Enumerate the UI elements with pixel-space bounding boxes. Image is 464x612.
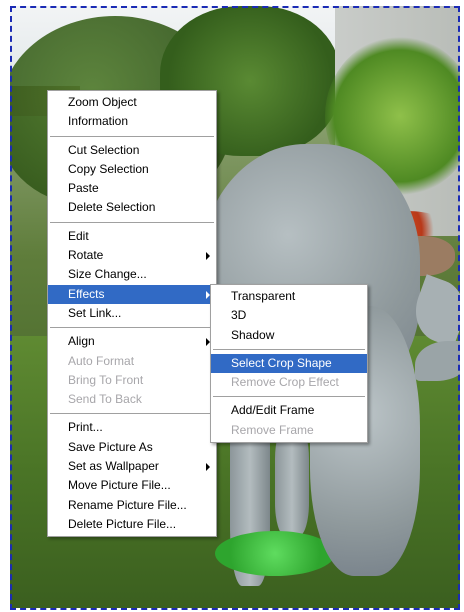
menu-separator [50, 327, 214, 329]
menu-item-label: Effects [68, 286, 105, 301]
menu-item-size-change[interactable]: Size Change... [48, 265, 216, 284]
menu-item-paste[interactable]: Paste [48, 179, 216, 198]
menu-item-3d[interactable]: 3D [211, 306, 367, 325]
menu-item-remove-crop-effect: Remove Crop Effect [231, 375, 339, 390]
menu-item-remove-frame: Remove Frame [231, 422, 314, 437]
submenu-arrow-icon [206, 252, 210, 261]
submenu-arrow-icon [206, 463, 210, 472]
menu-item-rename-picture-file[interactable]: Rename Picture File... [48, 496, 216, 515]
menu-item-rotate[interactable]: Rotate [48, 246, 216, 265]
menu-item-transparent[interactable]: Transparent [211, 287, 367, 306]
context-menu: Zoom Object Information Cut Selection Co… [47, 90, 217, 538]
menu-item-align[interactable]: Align [48, 332, 216, 351]
menu-item-delete-picture-file[interactable]: Delete Picture File... [48, 515, 216, 534]
menu-item-label: Align [68, 334, 95, 349]
statue-green-base [215, 531, 335, 576]
menu-item-cut-selection[interactable]: Cut Selection [48, 141, 216, 160]
menu-item-copy-selection[interactable]: Copy Selection [48, 160, 216, 179]
menu-item-select-crop-shape[interactable]: Select Crop Shape [211, 353, 367, 374]
menu-separator [50, 135, 214, 137]
menu-item-add-edit-frame[interactable]: Add/Edit Frame [211, 401, 367, 420]
menu-item-move-picture-file[interactable]: Move Picture File... [48, 476, 216, 495]
menu-item-label: Set as Wallpaper [68, 459, 159, 474]
menu-separator [50, 221, 214, 223]
menu-item-save-picture-as[interactable]: Save Picture As [48, 438, 216, 457]
menu-separator [213, 396, 365, 398]
menu-item-set-as-wallpaper[interactable]: Set as Wallpaper [48, 457, 216, 476]
effects-submenu: Transparent 3D Shadow Select Crop Shape … [210, 284, 368, 444]
menu-item-shadow[interactable]: Shadow [211, 326, 367, 345]
menu-item-information[interactable]: Information [48, 112, 216, 131]
menu-item-print[interactable]: Print... [48, 418, 216, 437]
menu-separator [50, 413, 214, 415]
menu-item-edit[interactable]: Edit [48, 227, 216, 246]
menu-item-send-to-back: Send To Back [68, 392, 142, 407]
menu-item-effects[interactable]: Effects [48, 284, 216, 304]
menu-separator [213, 348, 365, 350]
menu-item-bring-to-front: Bring To Front [68, 372, 144, 387]
menu-item-zoom-object[interactable]: Zoom Object [48, 93, 216, 112]
menu-item-set-link[interactable]: Set Link... [48, 304, 216, 323]
menu-item-label: Rotate [68, 248, 104, 263]
menu-item-auto-format: Auto Format [68, 353, 135, 368]
menu-item-delete-selection[interactable]: Delete Selection [48, 198, 216, 217]
